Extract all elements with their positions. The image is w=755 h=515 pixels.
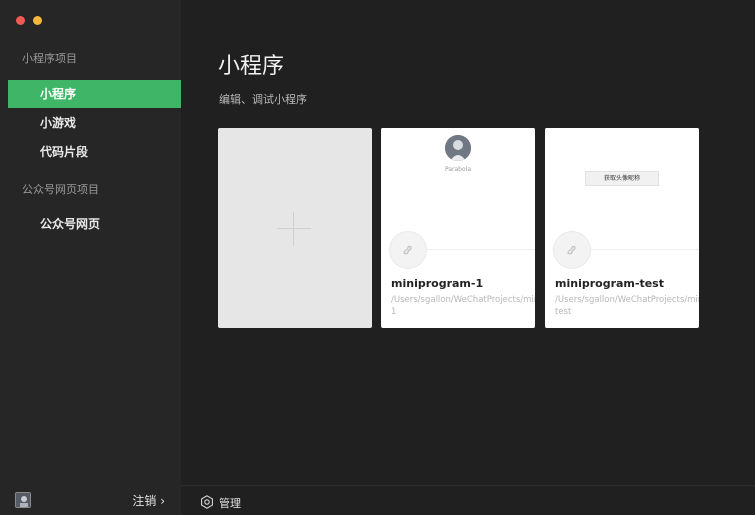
preview-get-profile-button: 获取头像昵称 bbox=[585, 171, 659, 186]
preview-nickname: Parabola bbox=[445, 166, 471, 173]
project-card[interactable]: 获取头像昵称 miniprogram-test /Users/sgallon/W… bbox=[545, 128, 699, 328]
gear-icon[interactable] bbox=[200, 494, 214, 513]
project-card[interactable]: Parabola miniprogram-1 /Users/sgallon/We… bbox=[381, 128, 535, 328]
card-divider bbox=[411, 249, 535, 250]
section-title-web: 公众号网页项目 bbox=[22, 183, 99, 196]
card-divider bbox=[575, 249, 699, 250]
section-title-miniprogram: 小程序项目 bbox=[22, 52, 77, 65]
minimize-window-button[interactable] bbox=[33, 16, 42, 25]
page-subtitle: 编辑、调试小程序 bbox=[219, 93, 307, 106]
window-controls bbox=[16, 16, 42, 25]
sidebar-item-minigame[interactable]: 小游戏 bbox=[0, 109, 181, 137]
logout-button[interactable]: 注销 › bbox=[132, 492, 165, 509]
new-project-card[interactable] bbox=[218, 128, 372, 328]
sidebar-footer: 注销 › bbox=[0, 485, 181, 515]
sidebar-item-miniprogram[interactable]: 小程序 bbox=[8, 80, 181, 108]
project-name: miniprogram-test bbox=[555, 277, 664, 290]
plus-icon bbox=[277, 212, 311, 246]
close-window-button[interactable] bbox=[16, 16, 25, 25]
page-title: 小程序 bbox=[218, 54, 285, 79]
sidebar-item-code-snippet[interactable]: 代码片段 bbox=[0, 138, 181, 166]
project-path: /Users/sgallon/WeChatProjects/miniprogra… bbox=[555, 295, 699, 317]
preview-avatar bbox=[445, 135, 471, 161]
sidebar: 小程序项目 小程序 小游戏 代码片段 公众号网页项目 公众号网页 注销 › bbox=[0, 0, 181, 515]
project-path: /Users/sgallon/WeChatProjects/miniprogra… bbox=[391, 295, 535, 317]
sidebar-item-web[interactable]: 公众号网页 bbox=[0, 210, 181, 238]
main-footer: 管理 bbox=[181, 485, 755, 515]
avatar[interactable] bbox=[15, 492, 31, 508]
manage-button[interactable]: 管理 bbox=[219, 495, 241, 511]
miniprogram-logo-icon bbox=[554, 232, 590, 268]
project-name: miniprogram-1 bbox=[391, 277, 484, 290]
main-panel: 小程序 编辑、调试小程序 Parabola miniprogram-1 /Use… bbox=[181, 0, 755, 515]
miniprogram-logo-icon bbox=[390, 232, 426, 268]
